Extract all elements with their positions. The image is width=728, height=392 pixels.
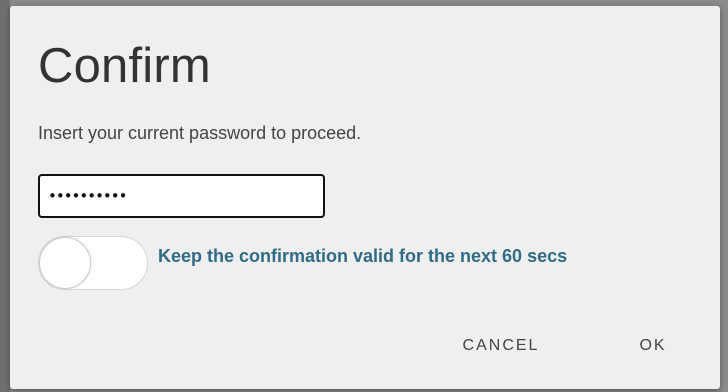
dialog-title: Confirm (38, 39, 211, 93)
keep-confirmation-label[interactable]: Keep the confirmation valid for the next… (158, 239, 678, 273)
cancel-button[interactable]: CANCEL (451, 328, 551, 364)
keep-confirmation-toggle[interactable] (38, 236, 148, 290)
dialog-instruction: Insert your current password to proceed. (38, 123, 362, 143)
current-password-input[interactable] (38, 174, 325, 218)
ok-button[interactable]: OK (628, 328, 678, 364)
background-app-edge (0, 0, 10, 392)
confirm-dialog: Confirm Insert your current password to … (10, 6, 720, 389)
toggle-knob (39, 237, 91, 289)
